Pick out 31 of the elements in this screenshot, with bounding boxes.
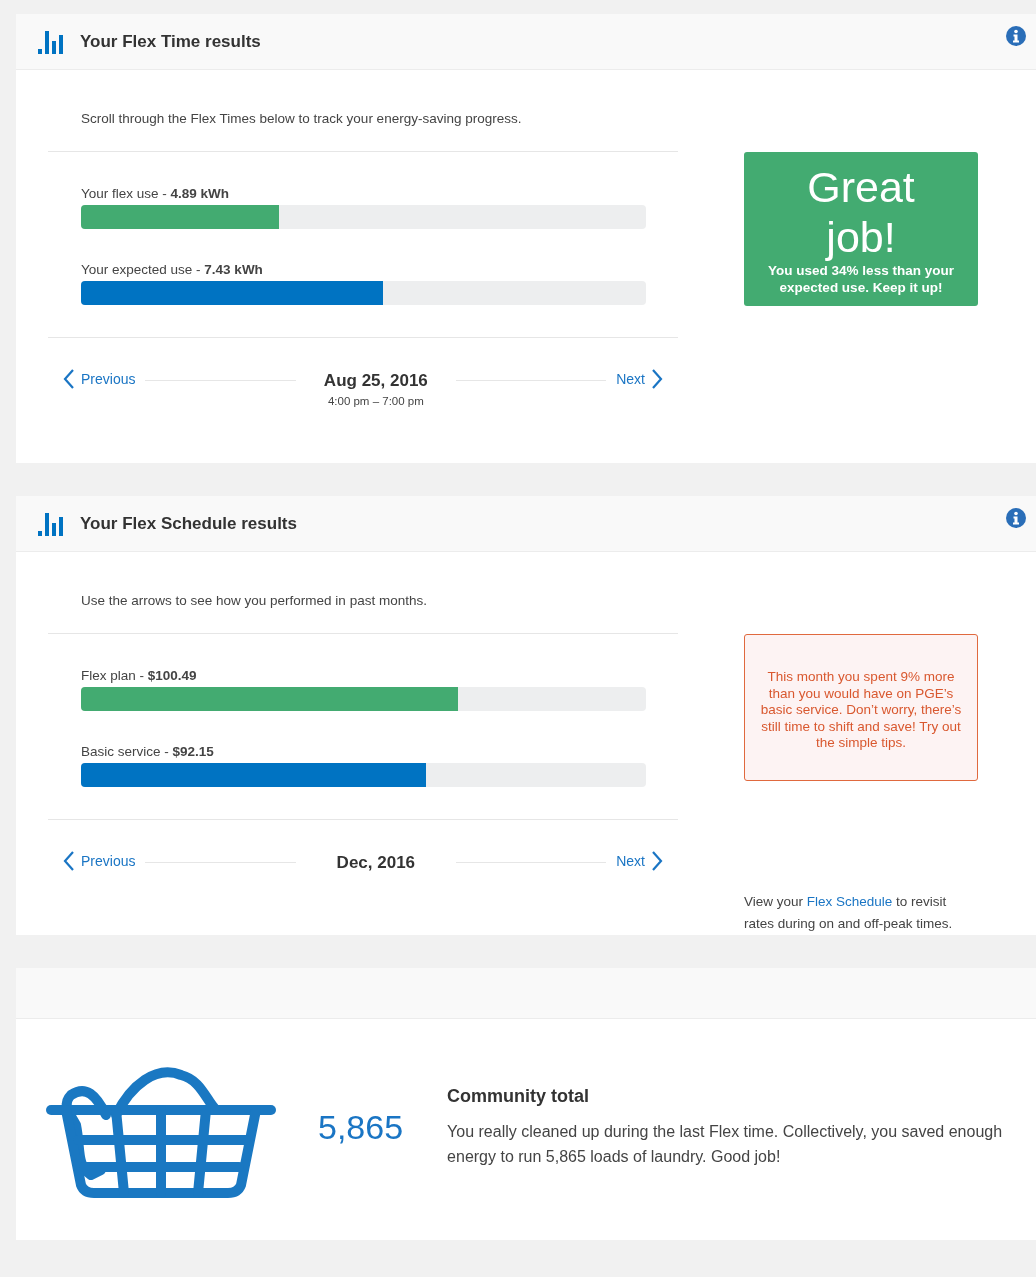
chevron-left-icon — [63, 850, 75, 872]
info-icon[interactable] — [1006, 508, 1026, 528]
chevron-right-icon — [651, 850, 663, 872]
message-text: This month you spent 9% more than you would have on PGE’s basic service. Don’t worry, there’s still time to shift and save! Try out the simple tips. — [759, 669, 963, 752]
previous-link[interactable]: Previous — [63, 850, 136, 872]
bar-label: Your expected use - 7.43 kWh — [81, 262, 264, 277]
section-title: Your Flex Schedule results — [80, 513, 297, 534]
bar-chart-icon — [38, 510, 64, 537]
intro-text: Scroll through the Flex Times below to track your energy-saving progress. — [48, 70, 678, 152]
message-text: You used 34% less than your expected use. Keep it up! — [767, 262, 955, 296]
chevron-right-icon — [651, 368, 663, 390]
time-range: 4:00 pm – 7:00 pm — [326, 395, 425, 407]
community-title: Community total — [447, 1085, 591, 1107]
bar-label: Basic service - $92.15 — [81, 744, 215, 759]
previous-link[interactable]: Previous — [63, 368, 136, 390]
message-headline: Great job! — [806, 162, 916, 262]
section-title: Your Flex Time results — [80, 31, 261, 52]
next-link[interactable]: Next — [616, 368, 663, 390]
next-link[interactable]: Next — [616, 850, 663, 872]
date-label: Aug 25, 2016 — [322, 370, 429, 392]
flex-schedule-link[interactable]: Flex Schedule — [806, 893, 893, 909]
note-text: View your Flex Schedule to revisit rates during on and off-peak times. — [744, 892, 954, 933]
date-label: Dec, 2016 — [335, 852, 417, 874]
bar-label: Your flex use - 4.89 kWh — [81, 186, 231, 201]
bar-chart-icon — [38, 28, 64, 55]
bar-label: Flex plan - $100.49 — [81, 668, 198, 683]
chevron-left-icon — [63, 368, 75, 390]
community-count: 5,865 — [318, 1107, 404, 1147]
info-icon[interactable] — [1006, 26, 1026, 46]
community-text: You really cleaned up during the last Flex time. Collectively, you saved enough energy to run 5,865 loads of laundry. Good job! — [447, 1121, 1004, 1167]
intro-text: Use the arrows to see how you performed in past months. — [48, 552, 678, 634]
